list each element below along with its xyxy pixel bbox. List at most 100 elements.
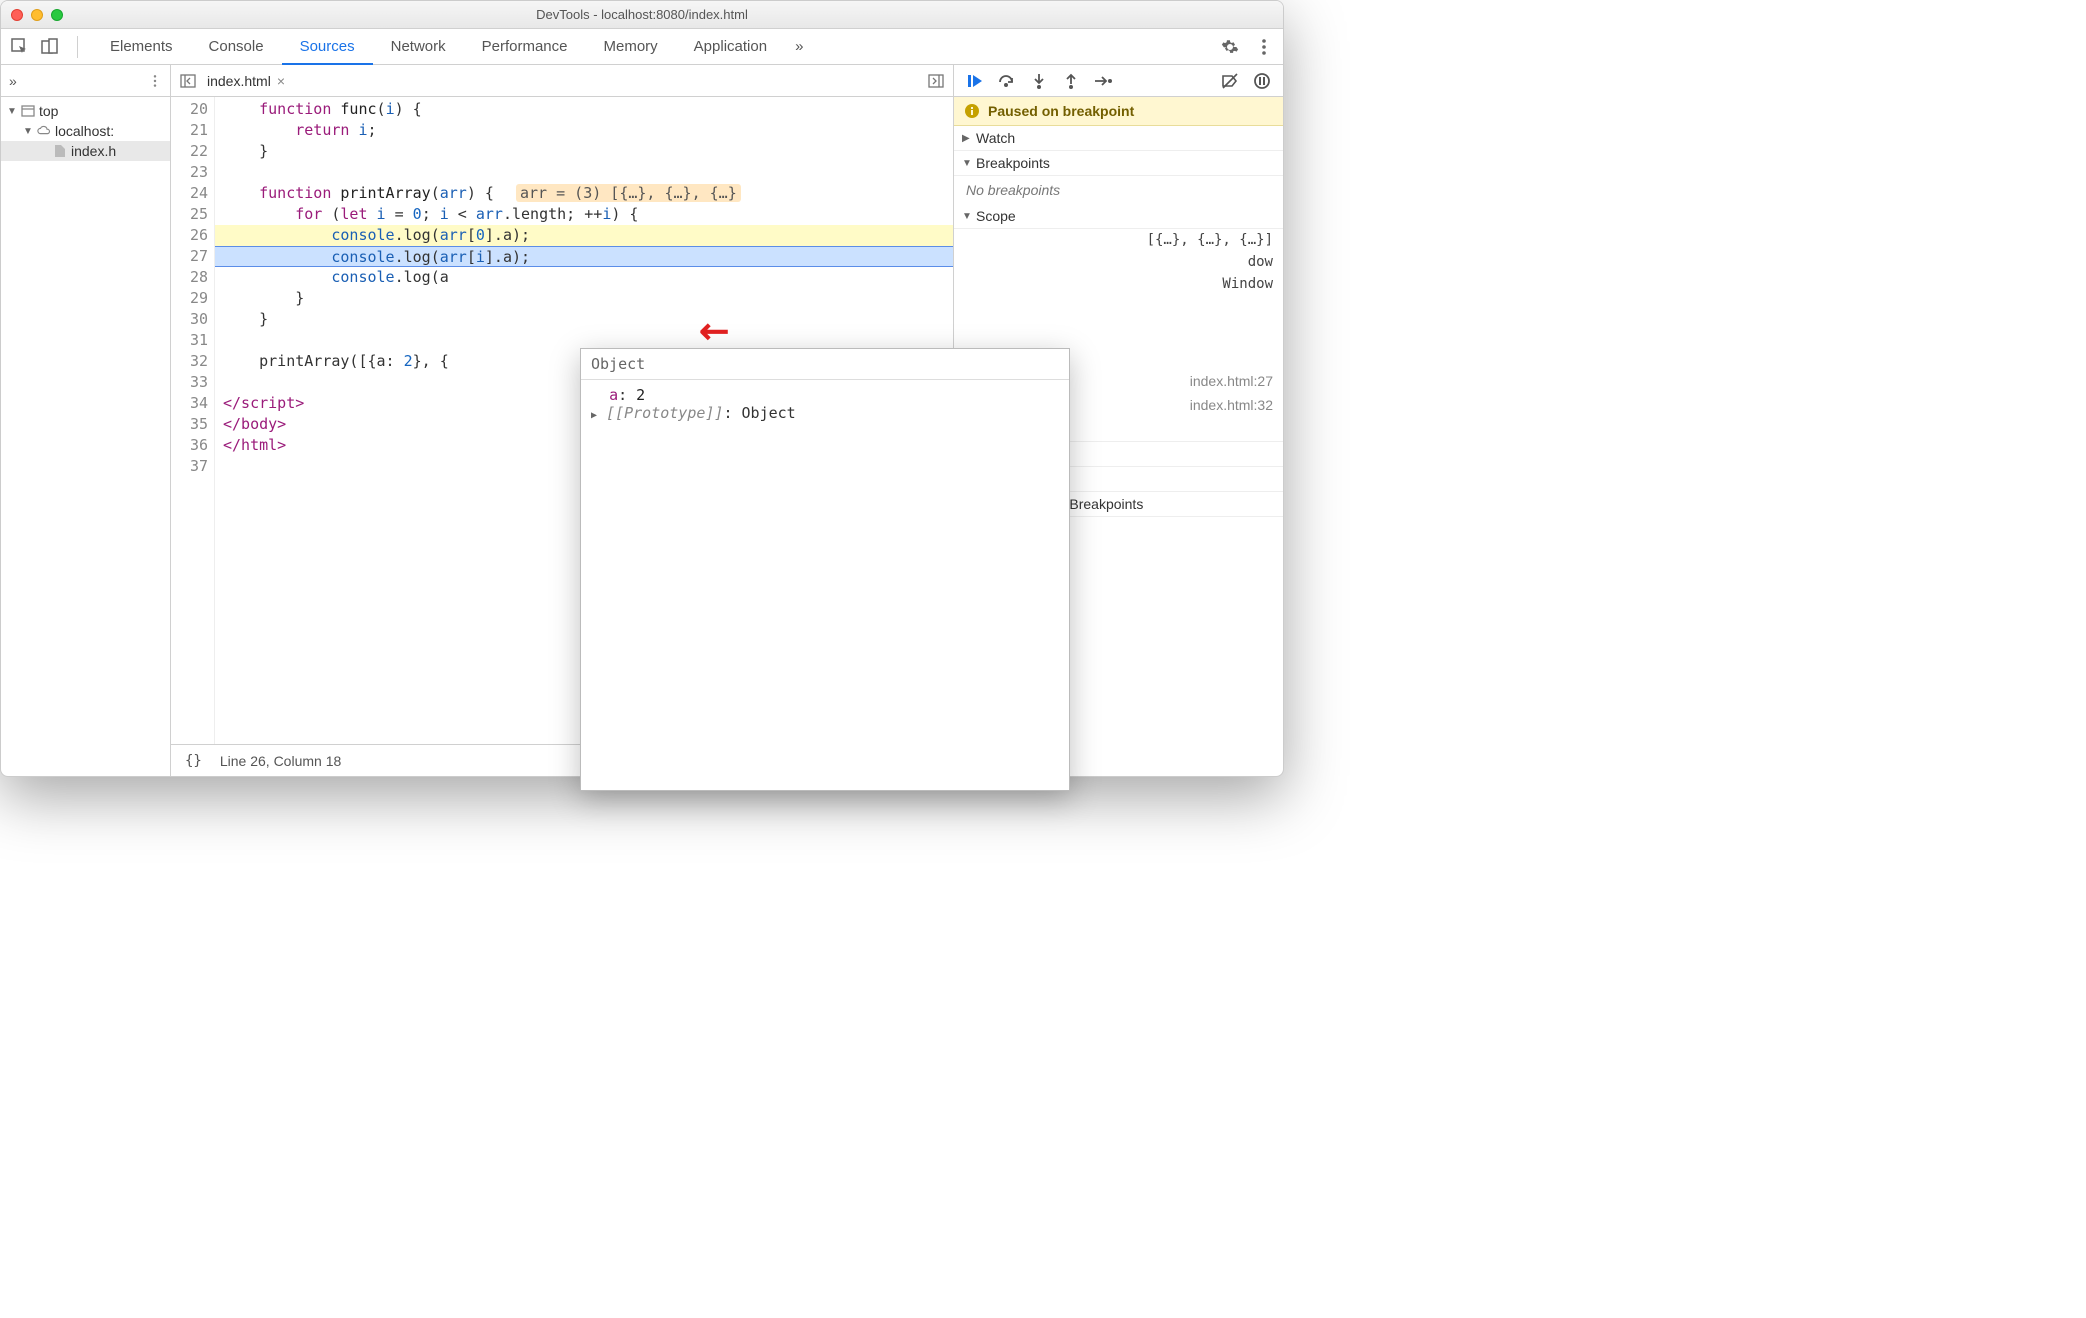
scope-label: Scope: [976, 208, 1016, 224]
line-number[interactable]: 24: [171, 183, 208, 204]
line-number[interactable]: 29: [171, 288, 208, 309]
line-number[interactable]: 21: [171, 120, 208, 141]
tree-file-label: index.h: [71, 143, 116, 159]
popover-type: Object: [581, 349, 1069, 380]
callstack-loc: index.html:32: [1190, 397, 1273, 413]
breakpoints-empty: No breakpoints: [954, 176, 1283, 204]
editor-tab-index[interactable]: index.html ×: [207, 73, 285, 89]
popover-prototype-row[interactable]: ▶ [[Prototype]]: Object: [591, 404, 1059, 422]
chevron-down-icon: ▼: [23, 126, 33, 137]
deactivate-breakpoints-icon[interactable]: [1219, 70, 1241, 92]
code-line[interactable]: console.log(arr[0].a);: [215, 225, 953, 246]
toggle-navigator-icon[interactable]: [177, 70, 199, 92]
line-number[interactable]: 32: [171, 351, 208, 372]
tab-elements[interactable]: Elements: [92, 29, 191, 64]
file-tree: ▼ top ▼ localhost:: [1, 97, 170, 165]
breakpoints-label: Breakpoints: [976, 155, 1050, 171]
code-line[interactable]: for (let i = 0; i < arr.length; ++i) {: [215, 204, 953, 225]
tab-overflow[interactable]: »: [785, 29, 813, 64]
inspect-element-icon[interactable]: [7, 34, 33, 60]
line-number[interactable]: 26: [171, 225, 208, 246]
line-number[interactable]: 34: [171, 393, 208, 414]
navigator-overflow[interactable]: »: [9, 73, 17, 89]
window-frame-icon: [21, 104, 35, 118]
line-gutter: 202122232425262728293031323334353637: [171, 97, 215, 744]
line-number[interactable]: 36: [171, 435, 208, 456]
code-line[interactable]: function printArray(arr) { arr = (3) [{……: [215, 183, 953, 204]
navigator-pane: » ▼ top ▼ localhost:: [1, 65, 171, 776]
code-line[interactable]: return i;: [215, 120, 953, 141]
scope-section-head[interactable]: ▼ Scope: [954, 204, 1283, 229]
line-number[interactable]: 20: [171, 99, 208, 120]
popover-body: a: 2 ▶ [[Prototype]]: Object: [581, 380, 1069, 790]
line-number[interactable]: 33: [171, 372, 208, 393]
watch-label: Watch: [976, 130, 1015, 146]
resume-icon[interactable]: [964, 70, 986, 92]
line-number[interactable]: 27: [171, 246, 208, 267]
tree-file-index[interactable]: index.h: [1, 141, 170, 161]
line-number[interactable]: 30: [171, 309, 208, 330]
tab-performance[interactable]: Performance: [464, 29, 586, 64]
scope-dow-partial: dow: [964, 251, 1273, 273]
editor-tabbar: index.html ×: [171, 65, 953, 97]
code-line[interactable]: function func(i) {: [215, 99, 953, 120]
line-number[interactable]: 35: [171, 414, 208, 435]
code-line[interactable]: console.log(a: [215, 267, 953, 288]
step-icon[interactable]: [1092, 70, 1114, 92]
tab-console[interactable]: Console: [191, 29, 282, 64]
line-number[interactable]: 22: [171, 141, 208, 162]
object-hover-popover: Object a: 2 ▶ [[Prototype]]: Object: [580, 348, 1070, 791]
tab-memory[interactable]: Memory: [586, 29, 676, 64]
step-over-icon[interactable]: [996, 70, 1018, 92]
navigator-kebab-icon[interactable]: [148, 74, 162, 88]
code-line[interactable]: [215, 162, 953, 183]
breakpoints-section-head[interactable]: ▼ Breakpoints: [954, 151, 1283, 176]
panel-toolbar: Elements Console Sources Network Perform…: [1, 29, 1283, 65]
kebab-menu-icon[interactable]: [1251, 34, 1277, 60]
info-icon: [964, 103, 980, 119]
line-number[interactable]: 23: [171, 162, 208, 183]
editor-tab-label: index.html: [207, 73, 271, 89]
tab-network[interactable]: Network: [373, 29, 464, 64]
window-title: DevTools - localhost:8080/index.html: [1, 7, 1283, 22]
toolbar-separator: [77, 36, 78, 58]
popover-prop-val: 2: [636, 386, 645, 404]
pause-exceptions-icon[interactable]: [1251, 70, 1273, 92]
line-number[interactable]: 28: [171, 267, 208, 288]
step-into-icon[interactable]: [1028, 70, 1050, 92]
cursor-position: Line 26, Column 18: [220, 753, 341, 769]
debugger-toolbar: [954, 65, 1283, 97]
close-icon[interactable]: ×: [277, 73, 285, 89]
tab-application[interactable]: Application: [676, 29, 785, 64]
code-line[interactable]: }: [215, 288, 953, 309]
line-number[interactable]: 31: [171, 330, 208, 351]
panel-tabs: Elements Console Sources Network Perform…: [92, 29, 1213, 64]
navigator-header: »: [1, 65, 170, 97]
popover-prop-key: a: [609, 386, 618, 404]
step-out-icon[interactable]: [1060, 70, 1082, 92]
titlebar: DevTools - localhost:8080/index.html: [1, 1, 1283, 29]
chevron-down-icon: ▼: [7, 106, 17, 117]
tab-sources[interactable]: Sources: [282, 30, 373, 65]
callstack-loc: index.html:27: [1190, 373, 1273, 389]
chevron-down-icon: ▼: [962, 158, 972, 169]
popover-property-row[interactable]: a: 2: [591, 386, 1059, 404]
settings-icon[interactable]: [1217, 34, 1243, 60]
paused-text: Paused on breakpoint: [988, 103, 1134, 119]
line-number[interactable]: 37: [171, 456, 208, 477]
chevron-right-icon: ▶: [962, 133, 972, 144]
line-number[interactable]: 25: [171, 204, 208, 225]
tree-host[interactable]: ▼ localhost:: [1, 121, 170, 141]
watch-section-head[interactable]: ▶ Watch: [954, 126, 1283, 151]
tree-top[interactable]: ▼ top: [1, 101, 170, 121]
code-line[interactable]: console.log(arr[i].a);: [215, 246, 953, 267]
scope-arr-preview: [{…}, {…}, {…}]: [964, 229, 1273, 251]
device-toolbar-icon[interactable]: [37, 34, 63, 60]
format-code-icon[interactable]: {}: [185, 753, 202, 769]
code-line[interactable]: }: [215, 141, 953, 162]
toolbar-right: [1217, 34, 1277, 60]
chevron-right-icon: ▶: [591, 410, 597, 421]
scope-window-value: Window: [964, 273, 1273, 295]
code-line[interactable]: }: [215, 309, 953, 330]
toggle-debugger-icon[interactable]: [925, 70, 947, 92]
